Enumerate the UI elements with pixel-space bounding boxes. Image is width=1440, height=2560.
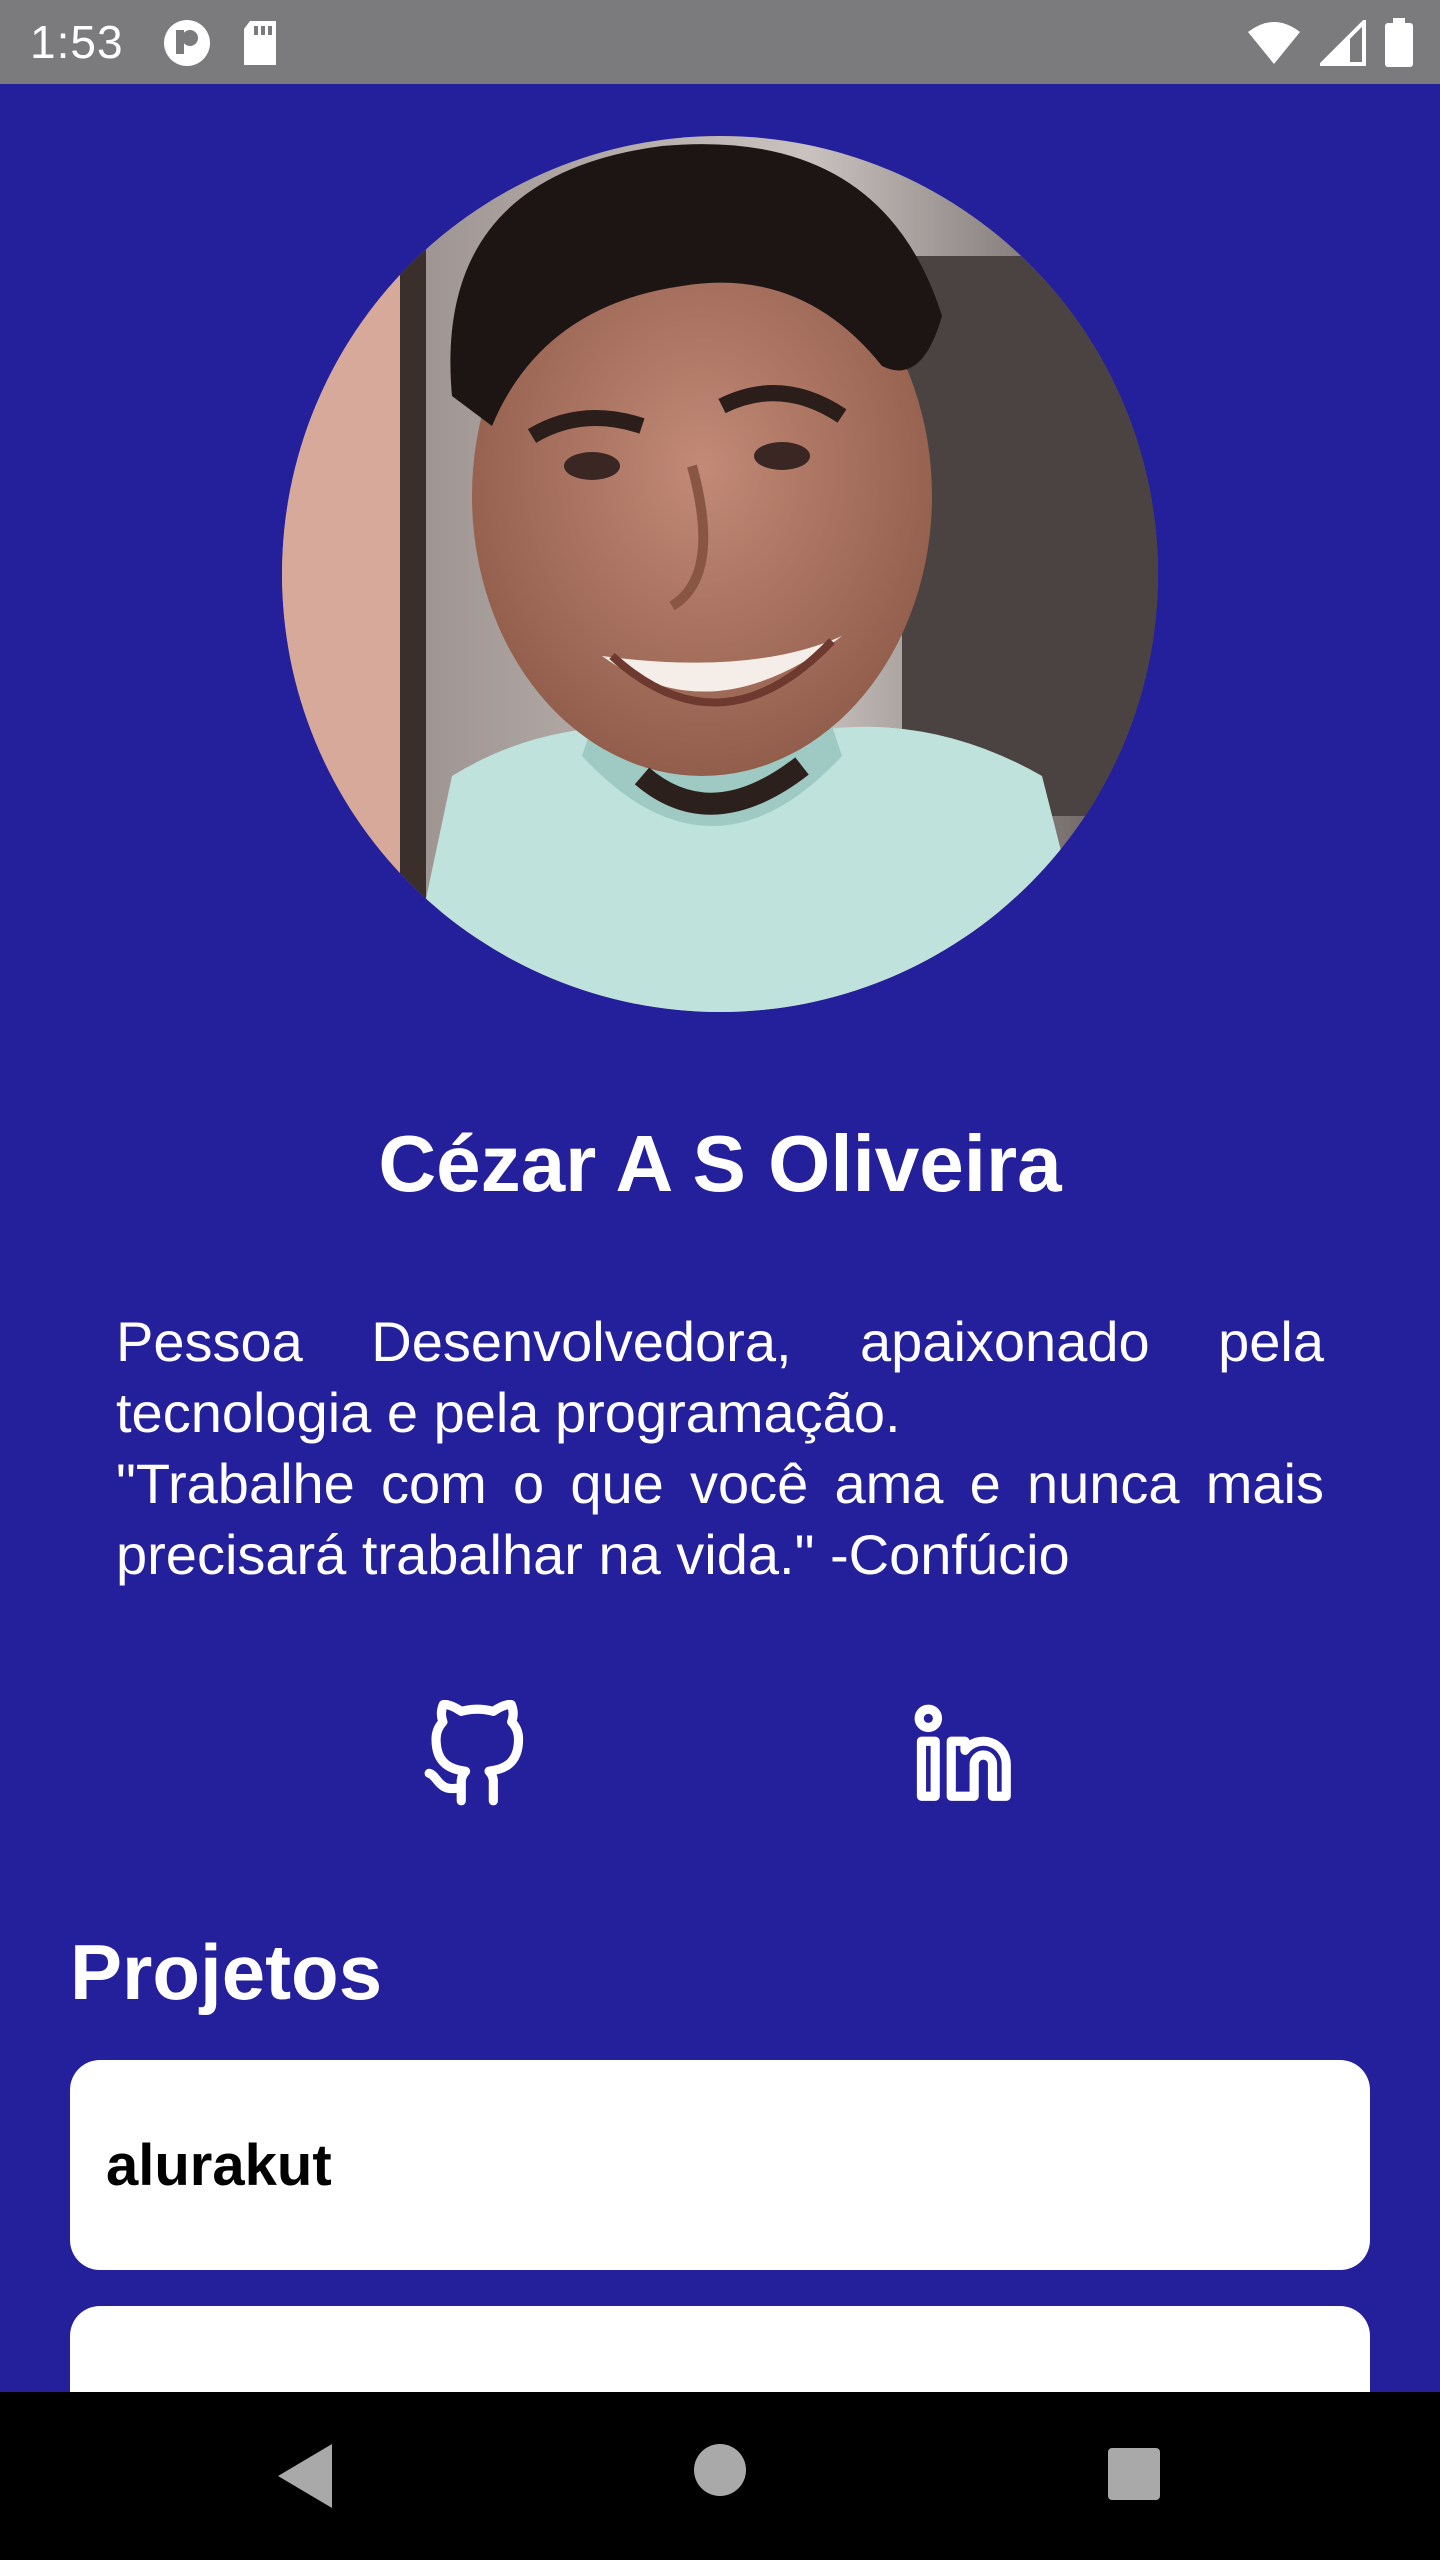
project-card[interactable]: alurakut	[70, 2060, 1370, 2270]
notification-icon	[162, 18, 212, 73]
status-left-icons	[162, 18, 280, 73]
projects-title: Projetos	[70, 1928, 383, 2016]
wifi-icon	[1246, 20, 1302, 71]
linkedin-icon	[910, 1704, 1020, 1814]
profile-name: Cézar A S Oliveira	[378, 1119, 1062, 1208]
navigation-bar	[0, 2392, 1440, 2560]
github-link[interactable]	[420, 1699, 530, 1810]
project-card[interactable]	[70, 2306, 1370, 2392]
github-icon	[420, 1699, 530, 1814]
project-card-label: alurakut	[106, 2132, 332, 2198]
sd-card-icon	[240, 19, 280, 72]
back-icon[interactable]	[270, 2440, 340, 2512]
status-bar: 1:53	[0, 0, 1440, 84]
bio-text-line-2: "Trabalhe com o que você ama e nunca mai…	[116, 1452, 1324, 1586]
recents-icon[interactable]	[1108, 2448, 1160, 2500]
profile-screen: Cézar A S Oliveira Pessoa Desenvolvedora…	[0, 84, 1440, 2392]
profile-bio: Pessoa Desenvolvedora, apaixonado pela t…	[116, 1306, 1324, 1590]
cell-signal-icon	[1317, 17, 1366, 71]
linkedin-link[interactable]	[910, 1700, 1020, 1810]
profile-photo	[282, 136, 1158, 1012]
status-right-icons	[1246, 17, 1414, 73]
bio-text-line-1: Pessoa Desenvolvedora, apaixonado pela t…	[116, 1310, 1324, 1444]
home-icon[interactable]	[694, 2444, 746, 2496]
status-time: 1:53	[30, 16, 124, 68]
battery-icon	[1384, 18, 1414, 73]
